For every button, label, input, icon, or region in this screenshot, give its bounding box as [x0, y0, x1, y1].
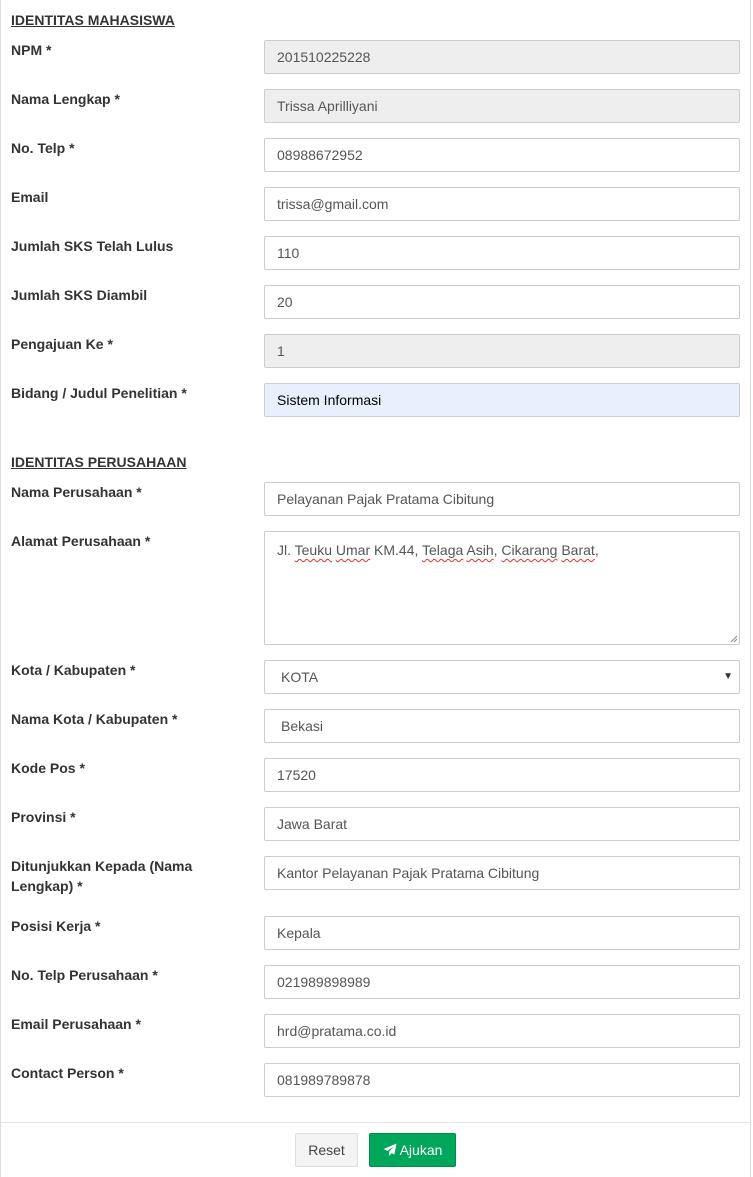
paper-plane-icon — [383, 1143, 397, 1157]
bidang-penelitian-input[interactable]: Sistem Informasi — [264, 383, 740, 417]
kode-pos-input[interactable]: 17520 — [264, 758, 740, 792]
no-telp-input[interactable]: 08988672952 — [264, 138, 740, 172]
sks-lulus-input[interactable]: 110 — [264, 236, 740, 270]
label-email-perusahaan: Email Perusahaan * — [11, 1016, 141, 1032]
label-ditujukan-kepada: Ditunjukkan Kepada (Nama Lengkap) * — [11, 858, 193, 894]
nama-lengkap-input[interactable]: Trissa Aprilliyani — [264, 89, 740, 123]
contact-person-input[interactable]: 081989789878 — [264, 1063, 740, 1097]
provinsi-input[interactable]: Jawa Barat — [264, 807, 740, 841]
section-title-mahasiswa: IDENTITAS MAHASISWA — [11, 12, 175, 28]
alamat-perusahaan-textarea[interactable]: Jl. Teuku Umar KM.44, Telaga Asih, Cikar… — [264, 531, 740, 645]
label-sks-lulus: Jumlah SKS Telah Lulus — [11, 238, 174, 254]
submit-button-label: Ajukan — [399, 1142, 443, 1158]
label-npm: NPM * — [11, 42, 52, 58]
npm-input[interactable]: 201510225228 — [264, 40, 740, 74]
label-alamat-perusahaan: Alamat Perusahaan * — [11, 533, 151, 549]
label-posisi-kerja: Posisi Kerja * — [11, 918, 101, 934]
submit-button[interactable]: Ajukan — [369, 1133, 456, 1167]
label-provinsi: Provinsi * — [11, 809, 76, 825]
label-kode-pos: Kode Pos * — [11, 760, 85, 776]
label-telp-perusahaan: No. Telp Perusahaan * — [11, 967, 158, 983]
reset-button[interactable]: Reset — [295, 1133, 358, 1167]
kota-kabupaten-selected: KOTA — [281, 669, 319, 685]
caret-down-icon: ▼ — [723, 671, 733, 682]
telp-perusahaan-input[interactable]: 021989898989 — [264, 965, 740, 999]
ditujukan-kepada-input[interactable]: Kantor Pelayanan Pajak Pratama Cibitung — [264, 856, 740, 890]
label-nama-lengkap: Nama Lengkap * — [11, 91, 120, 107]
label-nama-perusahaan: Nama Perusahaan * — [11, 484, 142, 500]
label-bidang-penelitian: Bidang / Judul Penelitian * — [11, 385, 187, 401]
label-kota-kabupaten: Kota / Kabupaten * — [11, 662, 136, 678]
sks-diambil-input[interactable]: 20 — [264, 285, 740, 319]
nama-perusahaan-input[interactable]: Pelayanan Pajak Pratama Cibitung — [264, 482, 740, 516]
form-footer-divider — [1, 1122, 750, 1123]
resize-handle-icon[interactable] — [728, 633, 738, 643]
label-pengajuan-ke: Pengajuan Ke * — [11, 336, 113, 352]
email-perusahaan-input[interactable]: hrd@pratama.co.id — [264, 1014, 740, 1048]
posisi-kerja-input[interactable]: Kepala — [264, 916, 740, 950]
label-sks-diambil: Jumlah SKS Diambil — [11, 287, 148, 303]
label-no-telp: No. Telp * — [11, 140, 75, 156]
pengajuan-ke-input[interactable]: 1 — [264, 334, 740, 368]
section-title-perusahaan: IDENTITAS PERUSAHAAN — [11, 454, 187, 470]
label-nama-kota: Nama Kota / Kabupaten * — [11, 711, 178, 727]
alamat-text: Jl. Teuku Umar KM.44, Telaga Asih, Cikar… — [277, 542, 599, 558]
nama-kota-input[interactable]: Bekasi — [264, 709, 740, 743]
label-contact-person: Contact Person * — [11, 1065, 124, 1081]
kota-kabupaten-select[interactable]: KOTA ▼ — [264, 660, 740, 694]
email-input[interactable]: trissa@gmail.com — [264, 187, 740, 221]
label-email: Email — [11, 189, 49, 205]
